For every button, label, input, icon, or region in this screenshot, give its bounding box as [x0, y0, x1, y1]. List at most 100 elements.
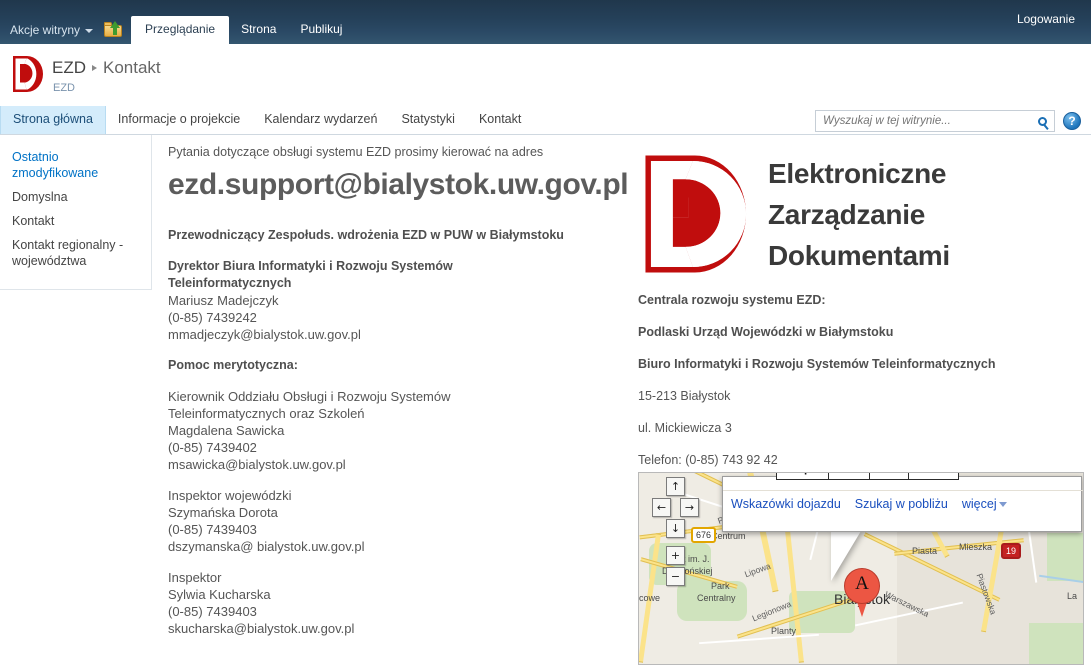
brand-line-3: Dokumentami — [768, 239, 950, 271]
nav-item-kalendarz-wydarzen[interactable]: Kalendarz wydarzeń — [252, 106, 389, 134]
address-block: Centrala rozwoju systemu EZD: Podlaski U… — [638, 293, 1083, 467]
sidebar-item-kontakt[interactable]: Kontakt — [0, 209, 151, 233]
contact-name: Magdalena Sawicka — [168, 423, 285, 438]
map-type-sat[interactable]: Sat — [828, 473, 869, 480]
centrala-header: Centrala rozwoju systemu EZD: — [638, 293, 826, 307]
brand-line-2: Zarządzanie — [768, 198, 925, 230]
contact-email[interactable]: msawicka@bialystok.uw.gov.pl — [168, 456, 623, 473]
site-subtitle: EZD — [53, 82, 75, 94]
login-link[interactable]: Logowanie — [1017, 12, 1075, 26]
chevron-down-icon — [85, 29, 94, 33]
ribbon-bar: Akcje witryny Przeglądanie Strona Publik… — [0, 0, 1091, 44]
contact-phone: (0-85) 7439403 — [168, 604, 257, 619]
contact-card: Inspektor wojewódzki Szymańska Dorota (0… — [168, 487, 623, 555]
address-zip-city: 15-213 Białystok — [638, 389, 731, 403]
contact-email[interactable]: mmadjeczyk@bialystok.uw.gov.pl — [168, 326, 623, 343]
support-email-heading[interactable]: ezd.support@bialystok.uw.gov.pl — [168, 165, 629, 205]
breadcrumb-separator-icon — [92, 65, 97, 71]
map-label: Mieszka — [959, 542, 993, 552]
site-actions-menu[interactable]: Akcje witryny — [0, 23, 101, 44]
map-type-mapa[interactable]: Mapa — [776, 473, 829, 480]
nav-item-kontakt[interactable]: Kontakt — [467, 106, 533, 134]
magnifier-shape — [1037, 116, 1047, 126]
more-label: więcej — [961, 497, 997, 511]
main-content-left: Pytania dotyczące obsługi systemu EZD pr… — [168, 145, 629, 651]
site-actions-label: Akcje witryny — [10, 23, 81, 37]
search-box[interactable] — [815, 110, 1055, 132]
help-section-header-block: Pomoc merytotyczna: — [168, 357, 623, 374]
contact-card: Dyrektor Biura Informatyki i Rozwoju Sys… — [168, 258, 623, 343]
ezd-logo-icon[interactable] — [10, 54, 44, 94]
map-label: Park — [711, 581, 730, 591]
help-section-header: Pomoc merytotyczna: — [168, 358, 298, 372]
map-controls: ↑ ← → ↓ + − — [652, 477, 699, 586]
pan-left-button[interactable]: ← — [652, 498, 671, 517]
info-window-divider — [723, 490, 1083, 491]
ribbon-tab-przegladanie[interactable]: Przeglądanie — [131, 16, 230, 44]
ezd-brand-words: Elektroniczne Zarządzanie Dokumentami — [768, 153, 950, 276]
chair-title-block: Przewodniczący Zespołuds. wdrożenia EZD … — [168, 227, 623, 244]
zoom-in-button[interactable]: + — [666, 546, 685, 565]
more-link[interactable]: więcej — [962, 497, 1007, 511]
address-street: ul. Mickiewicza 3 — [638, 421, 732, 435]
pan-horizontal-row: ← → — [652, 498, 699, 517]
chair-title: Przewodniczący Zespołuds. wdrożenia EZD … — [168, 228, 564, 242]
map-park-5 — [1047, 533, 1083, 581]
chevron-down-icon — [998, 501, 1007, 507]
contact-phone: (0-85) 7439402 — [168, 440, 257, 455]
ribbon-tab-strona[interactable]: Strona — [229, 16, 288, 44]
pan-right-button[interactable]: → — [680, 498, 699, 517]
help-icon[interactable]: ? — [1063, 112, 1081, 130]
pan-up-button[interactable]: ↑ — [666, 477, 685, 496]
search-area: ? — [815, 110, 1081, 132]
contact-email[interactable]: skucharska@bialystok.uw.gov.pl — [168, 620, 623, 637]
nav-item-informacje-o-projekcie[interactable]: Informacje o projekcie — [106, 106, 252, 134]
ezd-branding-row: Elektroniczne Zarządzanie Dokumentami — [638, 150, 1083, 278]
sidebar-item-kontakt-regionalny[interactable]: Kontakt regionalny - województwa — [0, 233, 151, 273]
breadcrumb-root[interactable]: EZD — [52, 58, 86, 78]
map-type-earth[interactable]: Earth — [907, 473, 960, 480]
main-content-right: Elektroniczne Zarządzanie Dokumentami Ce… — [638, 150, 1083, 485]
search-nearby-link[interactable]: Szukaj w pobliżu — [855, 497, 948, 511]
map-label: Centralny — [697, 593, 736, 603]
map-widget[interactable]: Białystok Centrum Park im. J. Dziekoński… — [638, 472, 1084, 665]
contact-email[interactable]: dszymanska@ bialystok.uw.gov.pl — [168, 538, 623, 555]
top-navigation-bar: Strona główna Informacje o projekcie Kal… — [0, 106, 1091, 135]
pan-up-row: ↑ — [652, 477, 699, 496]
sidebar-item-domyslna[interactable]: Domyslna — [0, 185, 151, 209]
contact-name: Sylwia Kucharska — [168, 587, 271, 602]
zoom-out-button[interactable]: − — [666, 567, 685, 586]
nav-item-statystyki[interactable]: Statystyki — [389, 106, 467, 134]
contact-role-line1: Inspektor — [168, 570, 222, 585]
intro-text: Pytania dotyczące obsługi systemu EZD pr… — [168, 145, 544, 159]
contact-name: Szymańska Dorota — [168, 505, 278, 520]
breadcrumb-current: Kontakt — [103, 58, 161, 77]
contact-card: Kierownik Oddziału Obsługi i Rozwoju Sys… — [168, 388, 623, 473]
brand-line-1: Elektroniczne — [768, 157, 947, 189]
map-label: La — [1067, 591, 1078, 601]
contact-role-line1: Dyrektor Biura Informatyki i Rozwoju Sys… — [168, 259, 453, 273]
sidebar-item-ostatnio-zmodyfikowane[interactable]: Ostatnio zmodyfikowane — [0, 145, 151, 185]
map-type-ter[interactable]: Ter — [868, 473, 908, 480]
contact-role-line2: Teleinformatycznych oraz Szkoleń — [168, 406, 365, 421]
contact-phone: (0-85) 7439242 — [168, 310, 257, 325]
route-shield: 19 — [1001, 543, 1022, 559]
info-window-tail — [831, 531, 861, 581]
directions-link[interactable]: Wskazówki dojazdu — [731, 497, 841, 511]
contact-role-line1: Inspektor wojewódzki — [168, 488, 292, 503]
map-type-switcher: Mapa Sat Ter Earth — [776, 473, 960, 480]
ribbon-tab-publikuj[interactable]: Publikuj — [288, 16, 354, 44]
search-icon[interactable] — [1030, 111, 1054, 131]
navigate-up-icon[interactable] — [103, 20, 125, 40]
address-phone: Telefon: (0-85) 743 92 42 — [638, 453, 778, 467]
map-park-4 — [1029, 623, 1083, 664]
left-sidebar: Ostatnio zmodyfikowane Domyslna Kontakt … — [0, 135, 152, 290]
search-input[interactable] — [816, 115, 1030, 127]
nav-item-strona-glowna[interactable]: Strona główna — [0, 106, 106, 134]
contact-phone: (0-85) 7439403 — [168, 522, 257, 537]
breadcrumb: EZD Kontakt — [52, 58, 161, 78]
org-line-1: Podlaski Urząd Wojewódzki w Białymstoku — [638, 325, 894, 339]
contact-role-line2: Teleinformatycznych — [168, 276, 292, 290]
pan-down-row: ↓ — [652, 519, 699, 538]
pan-down-button[interactable]: ↓ — [666, 519, 685, 538]
